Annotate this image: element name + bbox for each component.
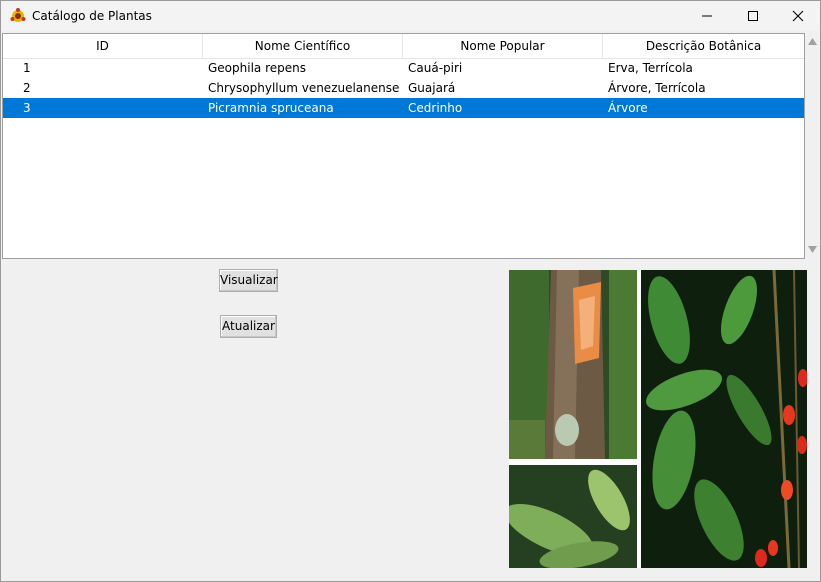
table-header: ID Nome Científico Nome Popular Descriçã… <box>3 34 804 59</box>
table-row-selected[interactable]: 3 Picramnia spruceana Cedrinho Árvore <box>3 98 804 118</box>
minimize-icon <box>702 15 712 17</box>
column-header-id[interactable]: ID <box>3 34 203 58</box>
plants-table[interactable]: ID Nome Científico Nome Popular Descriçã… <box>2 33 805 259</box>
scroll-up-icon[interactable] <box>808 38 817 45</box>
cell-popular-name: Cauá-piri <box>408 61 463 75</box>
close-icon <box>792 10 804 22</box>
update-button[interactable]: Atualizar <box>220 315 277 338</box>
view-button[interactable]: Visualizar <box>219 269 278 292</box>
trunk-photo-panel <box>509 270 637 459</box>
title-bar[interactable]: Catálogo de Plantas <box>1 1 820 31</box>
cell-popular-name: Guajará <box>408 81 456 95</box>
fruits-photo-panel <box>641 269 808 569</box>
plant-photo <box>504 269 808 569</box>
maximize-icon <box>748 11 758 21</box>
cell-scientific-name: Geophila repens <box>208 61 306 75</box>
maximize-button[interactable] <box>730 1 776 31</box>
cell-id: 1 <box>23 61 31 75</box>
cell-botanical-description: Árvore, Terrícola <box>608 81 706 95</box>
plant-app-icon <box>10 8 26 24</box>
cell-id: 3 <box>23 101 31 115</box>
column-header-scientific-name[interactable]: Nome Científico <box>203 34 403 58</box>
main-window: Catálogo de Plantas ID Nome Científico N… <box>0 0 821 582</box>
table-row[interactable]: 2 Chrysophyllum venezuelanense Guajará Á… <box>3 78 804 98</box>
column-header-popular-name[interactable]: Nome Popular <box>403 34 603 58</box>
leaves-photo-panel <box>504 465 637 569</box>
cell-popular-name: Cedrinho <box>408 101 463 115</box>
minimize-button[interactable] <box>684 1 730 31</box>
table-scrollbar[interactable] <box>804 33 821 257</box>
cell-id: 2 <box>23 81 31 95</box>
table-row[interactable]: 1 Geophila repens Cauá-piri Erva, Terríc… <box>3 58 804 78</box>
window-title: Catálogo de Plantas <box>32 9 152 23</box>
cell-botanical-description: Árvore <box>608 101 648 115</box>
scroll-down-icon[interactable] <box>808 246 817 253</box>
cell-scientific-name: Picramnia spruceana <box>208 101 334 115</box>
cell-botanical-description: Erva, Terrícola <box>608 61 693 75</box>
column-header-botanical-description[interactable]: Descrição Botânica <box>603 34 804 58</box>
cell-scientific-name: Chrysophyllum venezuelanense <box>208 81 400 95</box>
close-button[interactable] <box>775 1 821 31</box>
